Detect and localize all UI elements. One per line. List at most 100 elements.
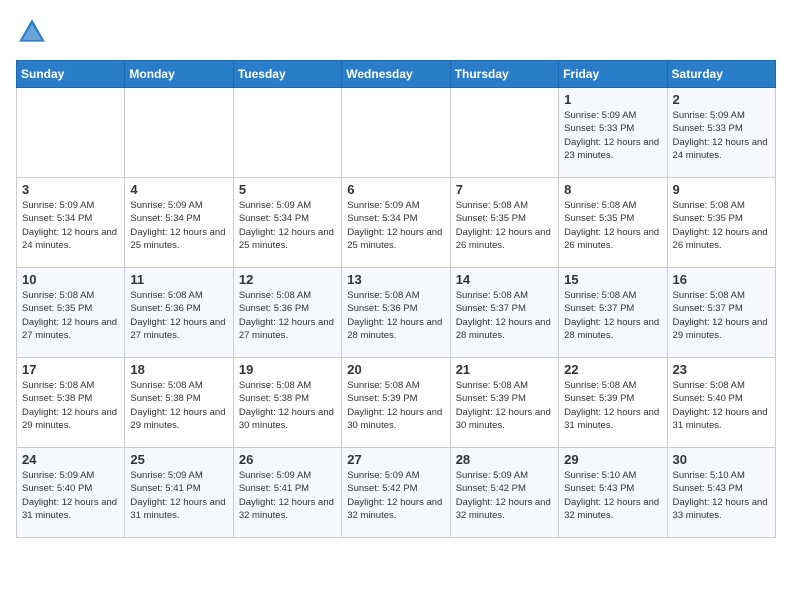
day-number: 19 — [239, 362, 336, 377]
day-info: Sunrise: 5:08 AM Sunset: 5:35 PM Dayligh… — [673, 199, 770, 252]
day-info: Sunrise: 5:09 AM Sunset: 5:33 PM Dayligh… — [564, 109, 661, 162]
day-number: 3 — [22, 182, 119, 197]
day-info: Sunrise: 5:09 AM Sunset: 5:34 PM Dayligh… — [239, 199, 336, 252]
day-info: Sunrise: 5:09 AM Sunset: 5:42 PM Dayligh… — [456, 469, 553, 522]
day-info: Sunrise: 5:09 AM Sunset: 5:40 PM Dayligh… — [22, 469, 119, 522]
weekday-header: Saturday — [667, 61, 775, 88]
day-number: 20 — [347, 362, 444, 377]
calendar-cell: 12Sunrise: 5:08 AM Sunset: 5:36 PM Dayli… — [233, 268, 341, 358]
calendar-cell: 6 Sunrise: 5:09 AM Sunset: 5:34 PM Daylig… — [342, 178, 450, 268]
calendar-cell — [125, 88, 233, 178]
calendar-cell: 5 Sunrise: 5:09 AM Sunset: 5:34 PM Daylig… — [233, 178, 341, 268]
day-number: 2 — [673, 92, 770, 107]
calendar-cell: 9 Sunrise: 5:08 AM Sunset: 5:35 PM Daylig… — [667, 178, 775, 268]
day-number: 29 — [564, 452, 661, 467]
day-info: Sunrise: 5:08 AM Sunset: 5:35 PM Dayligh… — [456, 199, 553, 252]
day-info: Sunrise: 5:08 AM Sunset: 5:40 PM Dayligh… — [673, 379, 770, 432]
calendar-cell: 29 Sunrise: 5:10 AM Sunset: 5:43 PM Dayli… — [559, 448, 667, 538]
day-number: 18 — [130, 362, 227, 377]
day-info: Sunrise: 5:09 AM Sunset: 5:34 PM Dayligh… — [347, 199, 444, 252]
calendar-cell: 24 Sunrise: 5:09 AM Sunset: 5:40 PM Dayli… — [17, 448, 125, 538]
day-number: 14 — [456, 272, 553, 287]
weekday-header: Monday — [125, 61, 233, 88]
calendar-cell: 17Sunrise: 5:08 AM Sunset: 5:38 PM Dayli… — [17, 358, 125, 448]
calendar-cell: 7 Sunrise: 5:08 AM Sunset: 5:35 PM Daylig… — [450, 178, 558, 268]
day-info: Sunrise: 5:09 AM Sunset: 5:41 PM Dayligh… — [130, 469, 227, 522]
day-number: 8 — [564, 182, 661, 197]
day-number: 22 — [564, 362, 661, 377]
calendar-cell: 21 Sunrise: 5:08 AM Sunset: 5:39 PM Dayli… — [450, 358, 558, 448]
day-number: 6 — [347, 182, 444, 197]
weekday-header: Friday — [559, 61, 667, 88]
calendar-cell: 13 Sunrise: 5:08 AM Sunset: 5:36 PM Dayli… — [342, 268, 450, 358]
day-info: Sunrise: 5:08 AM Sunset: 5:36 PM Dayligh… — [130, 289, 227, 342]
day-number: 16 — [673, 272, 770, 287]
day-info: Sunrise: 5:08 AM Sunset: 5:37 PM Dayligh… — [456, 289, 553, 342]
day-info: Sunrise: 5:09 AM Sunset: 5:42 PM Dayligh… — [347, 469, 444, 522]
logo — [16, 16, 52, 48]
weekday-header: Thursday — [450, 61, 558, 88]
calendar-week-row: 24 Sunrise: 5:09 AM Sunset: 5:40 PM Dayli… — [17, 448, 776, 538]
calendar-cell — [233, 88, 341, 178]
day-number: 7 — [456, 182, 553, 197]
calendar-week-row: 1Sunrise: 5:09 AM Sunset: 5:33 PM Daylig… — [17, 88, 776, 178]
calendar-cell: 8 Sunrise: 5:08 AM Sunset: 5:35 PM Daylig… — [559, 178, 667, 268]
calendar-cell: 2 Sunrise: 5:09 AM Sunset: 5:33 PM Daylig… — [667, 88, 775, 178]
day-info: Sunrise: 5:08 AM Sunset: 5:37 PM Dayligh… — [564, 289, 661, 342]
day-number: 12 — [239, 272, 336, 287]
calendar-week-row: 3 Sunrise: 5:09 AM Sunset: 5:34 PM Daylig… — [17, 178, 776, 268]
day-number: 23 — [673, 362, 770, 377]
weekday-header: Sunday — [17, 61, 125, 88]
day-info: Sunrise: 5:08 AM Sunset: 5:36 PM Dayligh… — [347, 289, 444, 342]
calendar-cell — [450, 88, 558, 178]
calendar-cell: 26 Sunrise: 5:09 AM Sunset: 5:41 PM Dayli… — [233, 448, 341, 538]
calendar-cell: 28 Sunrise: 5:09 AM Sunset: 5:42 PM Dayli… — [450, 448, 558, 538]
day-number: 4 — [130, 182, 227, 197]
day-number: 27 — [347, 452, 444, 467]
day-number: 28 — [456, 452, 553, 467]
day-info: Sunrise: 5:08 AM Sunset: 5:37 PM Dayligh… — [673, 289, 770, 342]
day-number: 21 — [456, 362, 553, 377]
calendar-cell: 1Sunrise: 5:09 AM Sunset: 5:33 PM Daylig… — [559, 88, 667, 178]
calendar-header: SundayMondayTuesdayWednesdayThursdayFrid… — [17, 61, 776, 88]
day-info: Sunrise: 5:08 AM Sunset: 5:35 PM Dayligh… — [564, 199, 661, 252]
day-number: 17 — [22, 362, 119, 377]
calendar-cell: 16 Sunrise: 5:08 AM Sunset: 5:37 PM Dayli… — [667, 268, 775, 358]
day-info: Sunrise: 5:09 AM Sunset: 5:41 PM Dayligh… — [239, 469, 336, 522]
day-number: 30 — [673, 452, 770, 467]
day-number: 15 — [564, 272, 661, 287]
calendar-cell: 23 Sunrise: 5:08 AM Sunset: 5:40 PM Dayli… — [667, 358, 775, 448]
logo-icon — [16, 16, 48, 48]
day-number: 13 — [347, 272, 444, 287]
day-number: 9 — [673, 182, 770, 197]
calendar-table: SundayMondayTuesdayWednesdayThursdayFrid… — [16, 60, 776, 538]
calendar-cell — [17, 88, 125, 178]
calendar-cell — [342, 88, 450, 178]
day-info: Sunrise: 5:09 AM Sunset: 5:34 PM Dayligh… — [130, 199, 227, 252]
day-number: 11 — [130, 272, 227, 287]
day-info: Sunrise: 5:08 AM Sunset: 5:35 PM Dayligh… — [22, 289, 119, 342]
day-number: 5 — [239, 182, 336, 197]
calendar-week-row: 10 Sunrise: 5:08 AM Sunset: 5:35 PM Dayli… — [17, 268, 776, 358]
day-number: 24 — [22, 452, 119, 467]
day-info: Sunrise: 5:09 AM Sunset: 5:34 PM Dayligh… — [22, 199, 119, 252]
day-info: Sunrise: 5:09 AM Sunset: 5:33 PM Dayligh… — [673, 109, 770, 162]
day-number: 10 — [22, 272, 119, 287]
day-info: Sunrise: 5:08 AM Sunset: 5:39 PM Dayligh… — [456, 379, 553, 432]
calendar-week-row: 17Sunrise: 5:08 AM Sunset: 5:38 PM Dayli… — [17, 358, 776, 448]
day-number: 26 — [239, 452, 336, 467]
page-header — [16, 16, 776, 48]
calendar-cell: 30 Sunrise: 5:10 AM Sunset: 5:43 PM Dayli… — [667, 448, 775, 538]
calendar-cell: 14 Sunrise: 5:08 AM Sunset: 5:37 PM Dayli… — [450, 268, 558, 358]
day-info: Sunrise: 5:10 AM Sunset: 5:43 PM Dayligh… — [673, 469, 770, 522]
day-number: 25 — [130, 452, 227, 467]
day-info: Sunrise: 5:08 AM Sunset: 5:39 PM Dayligh… — [564, 379, 661, 432]
calendar-cell: 11 Sunrise: 5:08 AM Sunset: 5:36 PM Dayli… — [125, 268, 233, 358]
calendar-cell: 25 Sunrise: 5:09 AM Sunset: 5:41 PM Dayli… — [125, 448, 233, 538]
calendar-cell: 18Sunrise: 5:08 AM Sunset: 5:38 PM Dayli… — [125, 358, 233, 448]
day-info: Sunrise: 5:10 AM Sunset: 5:43 PM Dayligh… — [564, 469, 661, 522]
calendar-cell: 10 Sunrise: 5:08 AM Sunset: 5:35 PM Dayli… — [17, 268, 125, 358]
calendar-cell: 15 Sunrise: 5:08 AM Sunset: 5:37 PM Dayli… — [559, 268, 667, 358]
calendar-cell: 20Sunrise: 5:08 AM Sunset: 5:39 PM Dayli… — [342, 358, 450, 448]
calendar-body: 1Sunrise: 5:09 AM Sunset: 5:33 PM Daylig… — [17, 88, 776, 538]
